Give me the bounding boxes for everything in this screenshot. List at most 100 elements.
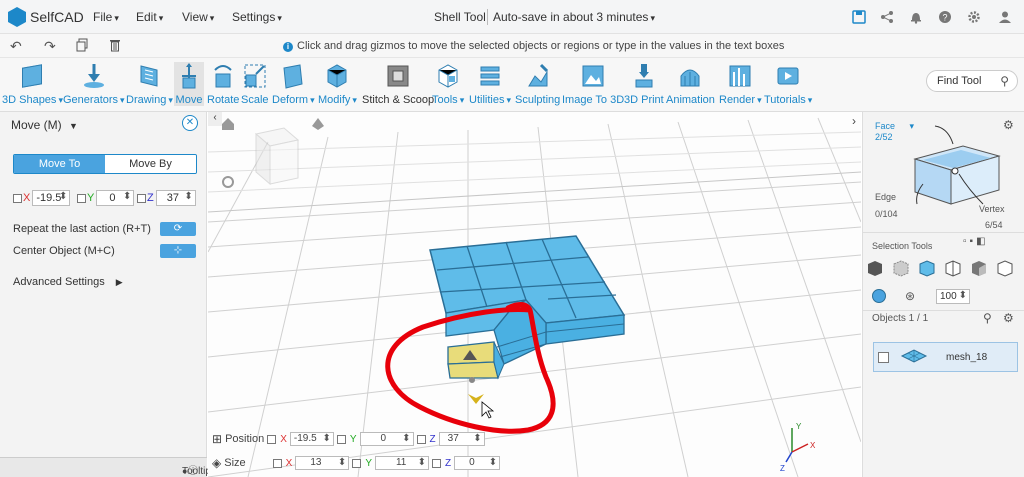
select-invert-icon[interactable] [944, 259, 962, 277]
tool-deform[interactable]: Deform [272, 62, 315, 106]
tool-image-to-3d[interactable]: Image To 3D [562, 62, 624, 106]
orbit-icon[interactable] [312, 118, 324, 130]
autosave-status[interactable]: Auto-save in about 3 minutes [493, 10, 655, 24]
move-panel-title[interactable]: Move (M) ▼ [11, 118, 78, 132]
tool-animation[interactable]: Animation [666, 62, 715, 106]
center-object-button[interactable]: ⊹ [160, 244, 196, 258]
size-y-checkbox[interactable] [352, 458, 362, 468]
tool-tutorials[interactable]: Tutorials [764, 62, 812, 106]
move-mode-toggle[interactable]: Move To Move By [13, 154, 197, 174]
bell-icon[interactable] [909, 10, 923, 24]
info-circle-icon[interactable]: ⓘ [188, 462, 198, 477]
tool-rotate[interactable]: Rotate [207, 62, 239, 106]
pos-z-checkbox[interactable] [416, 434, 426, 444]
select-grid-icon[interactable] [892, 259, 910, 277]
menu-view[interactable]: View [182, 10, 214, 24]
view-cube[interactable] [254, 127, 300, 186]
tool-scale[interactable]: Scale [241, 62, 269, 106]
tool-tools[interactable]: Tools [432, 62, 464, 106]
size-x-checkbox[interactable] [272, 458, 282, 468]
size-y-input[interactable]: 11 [374, 456, 429, 470]
tool-move[interactable]: Move [174, 62, 204, 106]
repeat-action-button[interactable]: ⟳ [160, 222, 196, 236]
3d-viewport[interactable]: Y X Z ⊞ Position X -19.5 Y 0 Z 37 ◈ Size… [208, 112, 861, 477]
select-box-icon[interactable] [918, 259, 936, 277]
vertex-mode-label[interactable]: Vertex [979, 204, 1005, 214]
menu-settings[interactable]: Settings [232, 10, 282, 24]
menu-edit[interactable]: Edit [136, 10, 163, 24]
size-z-input[interactable]: 0 [454, 456, 501, 470]
generator-icon [81, 62, 107, 90]
divider-2 [863, 310, 1024, 311]
tool-3d-shapes[interactable]: 3D Shapes [2, 62, 63, 106]
redo-icon[interactable]: ↷ [44, 38, 56, 55]
undo-icon[interactable]: ↶ [10, 38, 22, 55]
close-icon[interactable]: ✕ [182, 115, 198, 131]
selection-filter-icons[interactable]: ▫▪◧ [963, 236, 989, 247]
help-icon[interactable]: ? [938, 10, 952, 24]
menu-file[interactable]: File [93, 10, 119, 24]
advanced-settings-toggle[interactable]: Advanced Settings ▶ [13, 276, 123, 288]
scene-canvas[interactable]: Y X Z [208, 112, 861, 477]
object-list-item[interactable]: mesh_18 [873, 342, 1018, 372]
pos-z-input[interactable]: 37 [438, 432, 485, 446]
brush-circle-icon[interactable] [872, 289, 886, 303]
pos-x-input[interactable]: -19.5 [289, 432, 334, 446]
tool-sculpting[interactable]: Sculpting [515, 62, 560, 106]
tool-drawing[interactable]: Drawing [126, 62, 173, 106]
select-paint-icon[interactable] [970, 259, 988, 277]
selection-mode-cube[interactable] [903, 124, 1013, 214]
x-input[interactable]: -19.5 [32, 190, 71, 206]
selection-panel: Face ▾ 2/52 ⚙ Edge 0/104 Vertex 6/54 Sel… [862, 112, 1024, 477]
tool-utilities[interactable]: Utilities [469, 62, 511, 106]
edge-mode-label[interactable]: Edge [875, 192, 896, 202]
object-search-icon[interactable]: ⚲ [983, 311, 992, 325]
rotate-icon [210, 62, 236, 90]
size-z-checkbox[interactable] [431, 458, 441, 468]
brush-size-input[interactable]: 100 [936, 289, 970, 304]
move-by-button[interactable]: Move By [105, 155, 196, 173]
collapse-right-icon[interactable]: › [847, 114, 861, 128]
object-visibility-checkbox[interactable] [878, 352, 889, 363]
z-field-group: Z 37 [137, 190, 196, 206]
brush-sphere-icon[interactable]: ⊛ [905, 289, 915, 303]
find-tool-input[interactable]: Find Tool ⚲ [926, 70, 1018, 92]
tool-render[interactable]: Render [719, 62, 762, 106]
copy-icon[interactable] [76, 38, 88, 55]
refresh-icon: ⟳ [173, 223, 183, 234]
tool-modify[interactable]: Modify [318, 62, 357, 106]
size-x-input[interactable]: 13 [295, 456, 350, 470]
z-checkbox[interactable] [137, 193, 146, 203]
vertex-count: 6/54 [985, 220, 1003, 230]
move-to-button[interactable]: Move To [14, 155, 105, 173]
selfcad-logo[interactable]: SelfCAD [8, 7, 84, 27]
collapse-left-icon[interactable]: ‹ [208, 112, 222, 126]
repeat-action-label: Repeat the last action (R+T) [13, 223, 151, 235]
document-title[interactable]: Shell Tool [434, 10, 486, 24]
tool-3d-print[interactable]: 3D Print [624, 62, 664, 106]
home-icon[interactable] [222, 118, 234, 130]
user-icon[interactable] [998, 10, 1012, 24]
expand-arrow-icon: ▶ [115, 277, 123, 287]
pos-y-checkbox[interactable] [336, 434, 346, 444]
x-checkbox[interactable] [13, 193, 22, 203]
gear-icon[interactable] [967, 10, 981, 24]
share-icon[interactable] [880, 10, 894, 24]
camera-icon[interactable] [222, 176, 234, 188]
save-icon[interactable] [852, 10, 866, 24]
tooltip-bar[interactable]: ● Tooltip ⓘ [0, 457, 211, 477]
svg-text:Z: Z [780, 464, 785, 473]
pos-x-checkbox[interactable] [267, 434, 277, 444]
tool-stitch-scoop[interactable]: Stitch & Scoop [362, 62, 434, 106]
z-input[interactable]: 37 [155, 190, 196, 206]
tool-generators[interactable]: Generators [63, 62, 125, 106]
position-label: Position [225, 433, 265, 445]
move-icon [176, 62, 202, 90]
y-input[interactable]: 0 [96, 190, 135, 206]
object-settings-icon[interactable]: ⚙ [1003, 311, 1014, 325]
select-outline-icon[interactable] [996, 259, 1014, 277]
select-all-icon[interactable] [866, 259, 884, 277]
trash-icon[interactable] [109, 38, 121, 55]
y-checkbox[interactable] [77, 193, 86, 203]
pos-y-input[interactable]: 0 [359, 432, 414, 446]
